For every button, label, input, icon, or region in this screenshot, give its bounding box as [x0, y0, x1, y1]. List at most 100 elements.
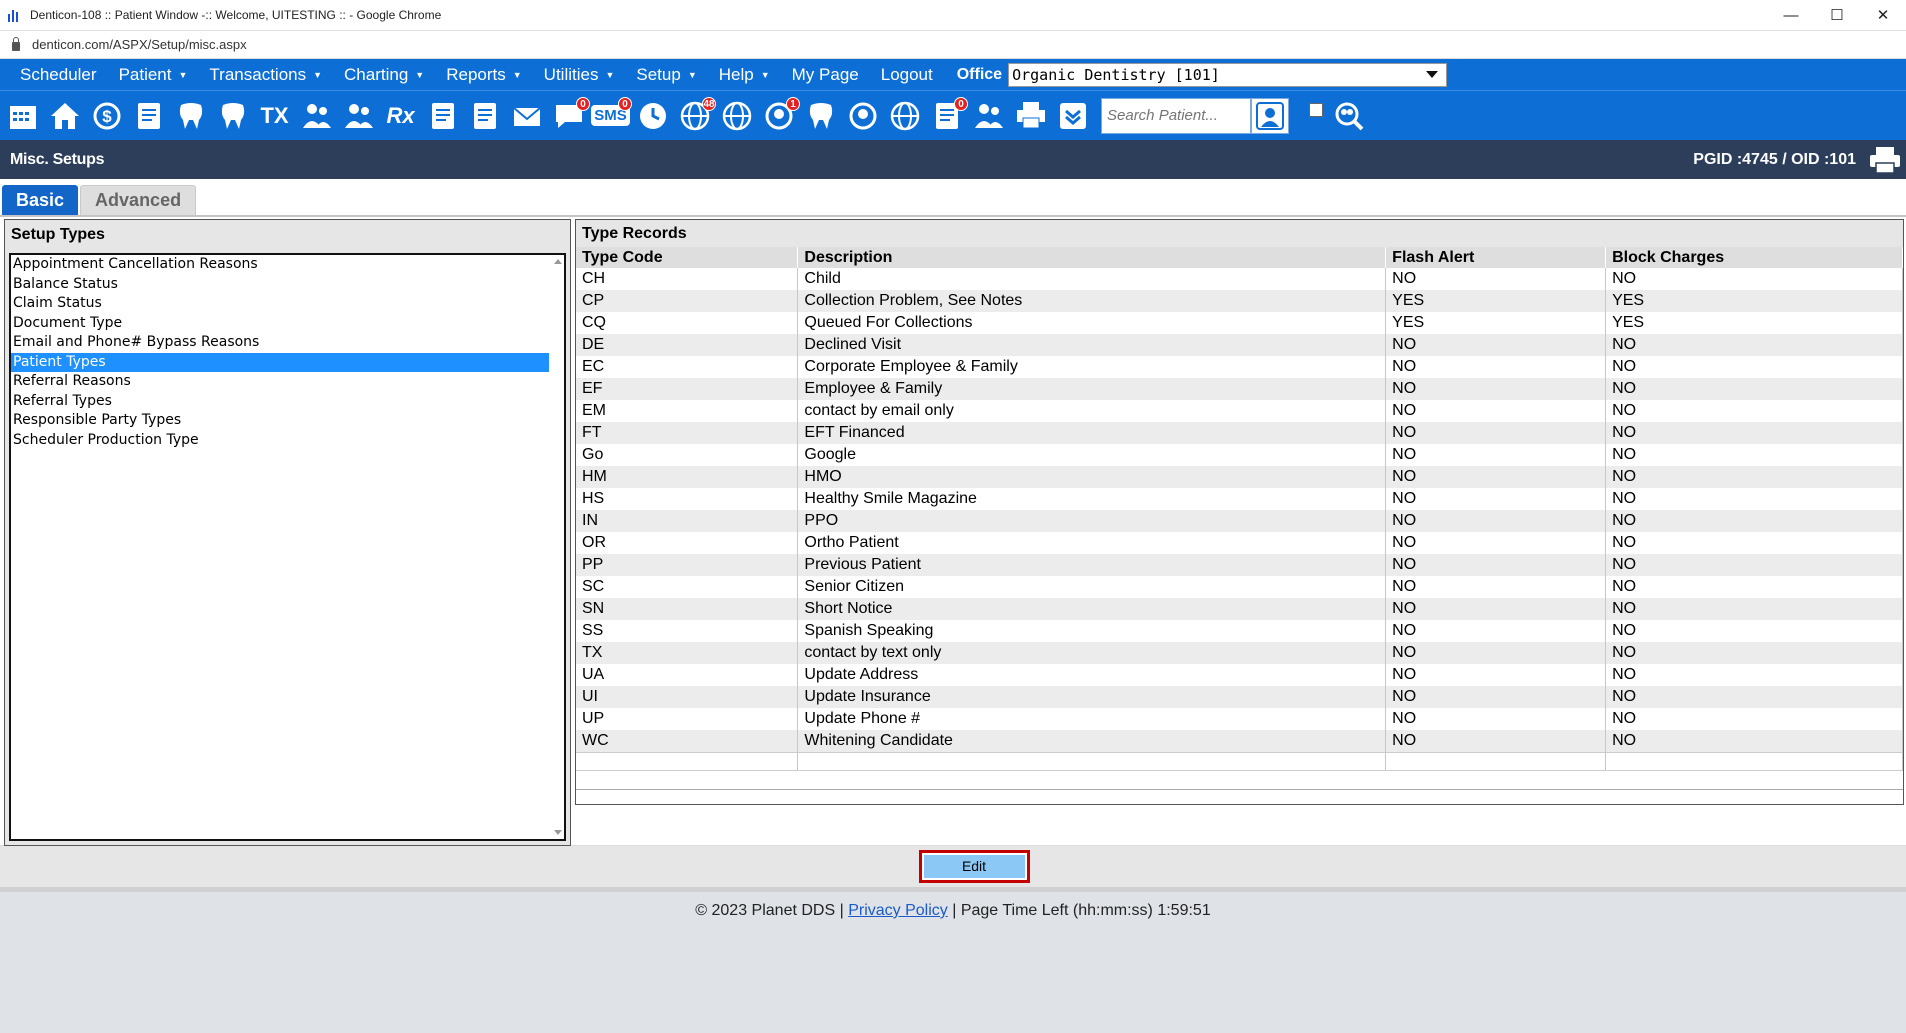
clock-icon[interactable] — [635, 97, 670, 135]
tab-advanced[interactable]: Advanced — [80, 185, 197, 215]
maximize-icon[interactable]: ☐ — [1814, 0, 1860, 31]
list-item[interactable]: Patient Types — [11, 352, 549, 372]
document-icon[interactable] — [467, 97, 502, 135]
table-row[interactable]: UA Update Address NO NO — [576, 664, 1903, 686]
search-patient-input[interactable] — [1101, 97, 1251, 134]
table-row[interactable]: SS Spanish Speaking NO NO — [576, 620, 1903, 642]
printer-icon[interactable] — [1013, 97, 1048, 135]
menu-item-help[interactable]: Help ▼ — [711, 65, 784, 85]
tooth-icon[interactable] — [803, 97, 838, 135]
menu-item-my-page[interactable]: My Page — [784, 65, 873, 85]
column-header[interactable]: Flash Alert — [1385, 247, 1607, 268]
mail-icon[interactable] — [509, 97, 544, 135]
menu-item-transactions[interactable]: Transactions ▼ — [201, 65, 336, 85]
web-users-icon[interactable]: 48 — [677, 96, 716, 135]
close-icon[interactable]: ✕ — [1860, 0, 1906, 31]
table-row[interactable]: FT EFT Financed NO NO — [576, 422, 1903, 444]
scroll-up-icon[interactable] — [554, 259, 562, 264]
table-row[interactable]: CQ Queued For Collections YES YES — [576, 312, 1903, 334]
table-cell: Corporate Employee & Family — [797, 356, 1387, 378]
table-cell: Whitening Candidate — [797, 730, 1387, 752]
list-item[interactable]: Appointment Cancellation Reasons — [11, 255, 549, 275]
menu-item-utilities[interactable]: Utilities ▼ — [536, 65, 629, 85]
tooth-chart-icon[interactable] — [173, 97, 208, 135]
column-header[interactable]: Type Code — [576, 247, 799, 268]
notes-icon[interactable] — [425, 97, 460, 135]
tooth-help-icon[interactable] — [845, 97, 880, 135]
menu-item-patient[interactable]: Patient ▼ — [111, 65, 202, 85]
setup-types-list[interactable]: Appointment Cancellation Reasons Balance … — [9, 253, 566, 841]
messages-icon[interactable]: 0 — [551, 96, 590, 135]
list-item[interactable]: Referral Types — [11, 392, 549, 412]
list-item[interactable]: Email and Phone# Bypass Reasons — [11, 333, 549, 353]
chevron-down-icon[interactable] — [1426, 71, 1439, 78]
toolbar-checkbox[interactable] — [1309, 102, 1323, 117]
url-text[interactable]: denticon.com/ASPX/Setup/misc.aspx — [32, 37, 247, 52]
table-row[interactable]: CP Collection Problem, See Notes YES YES — [576, 290, 1903, 312]
calendar-icon[interactable] — [5, 97, 40, 135]
office-select[interactable]: Organic Dentistry [101] — [1008, 62, 1448, 87]
table-row[interactable]: DE Declined Visit NO NO — [576, 334, 1903, 356]
table-row[interactable]: IN PPO NO NO — [576, 510, 1903, 532]
app-logo-icon — [8, 8, 22, 22]
search-users-icon[interactable] — [1331, 97, 1366, 135]
table-row[interactable]: OR Ortho Patient NO NO — [576, 532, 1903, 554]
sms-icon[interactable]: SMS 0 — [591, 96, 632, 135]
table-row[interactable]: HM HMO NO NO — [576, 466, 1903, 488]
table-row[interactable]: EF Employee & Family NO NO — [576, 378, 1903, 400]
address-bar[interactable]: denticon.com/ASPX/Setup/misc.aspx — [0, 31, 1906, 59]
patient-search-button[interactable] — [1251, 97, 1289, 134]
list-item[interactable]: Scheduler Production Type — [11, 431, 549, 451]
checklist-icon[interactable]: 0 — [929, 96, 968, 135]
support-icon[interactable]: 1 — [761, 96, 800, 135]
tab-basic[interactable]: Basic — [2, 185, 79, 215]
dollar-sync-icon[interactable]: $ — [89, 97, 124, 135]
pencil-chart-icon[interactable] — [131, 97, 166, 135]
home-icon[interactable] — [47, 97, 82, 135]
globe-network-icon[interactable] — [887, 97, 922, 135]
list-item[interactable]: Referral Reasons — [11, 372, 549, 392]
list-item[interactable]: Balance Status — [11, 275, 549, 295]
table-cell: NO — [1605, 598, 1903, 620]
table-row[interactable]: SN Short Notice NO NO — [576, 598, 1903, 620]
list-item[interactable]: Document Type — [11, 314, 549, 334]
table-row[interactable]: WC Whitening Candidate NO NO — [576, 730, 1903, 752]
table-row[interactable]: CH Child NO NO — [576, 268, 1903, 290]
menu-item-logout[interactable]: Logout — [873, 65, 947, 85]
menu-item-scheduler[interactable]: Scheduler — [12, 65, 111, 85]
menu-item-charting[interactable]: Charting ▼ — [336, 65, 438, 85]
table-row[interactable]: EM contact by email only NO NO — [576, 400, 1903, 422]
list-item[interactable]: Responsible Party Types — [11, 411, 549, 431]
menu-item-setup[interactable]: Setup ▼ — [628, 65, 710, 85]
download-icon[interactable] — [1055, 97, 1090, 135]
table-row[interactable]: Go Google NO NO — [576, 444, 1903, 466]
prescription-icon[interactable]: Rx — [383, 97, 418, 135]
table-cell: UP — [576, 708, 799, 730]
globe-users-icon[interactable] — [719, 97, 754, 135]
team-icon[interactable] — [971, 97, 1006, 135]
table-row[interactable]: SC Senior Citizen NO NO — [576, 576, 1903, 598]
add-patient-icon[interactable] — [299, 97, 334, 135]
tooth-implant-icon[interactable] — [215, 97, 250, 135]
table-row[interactable]: EC Corporate Employee & Family NO NO — [576, 356, 1903, 378]
minimize-icon[interactable]: — — [1768, 0, 1814, 31]
column-header[interactable]: Block Charges — [1605, 247, 1903, 268]
printer-icon[interactable] — [1868, 145, 1902, 175]
table-cell: contact by email only — [797, 400, 1387, 422]
column-header[interactable]: Description — [797, 247, 1387, 268]
list-item[interactable]: Claim Status — [11, 294, 549, 314]
table-cell: Collection Problem, See Notes — [797, 290, 1387, 312]
edit-button[interactable]: Edit — [918, 850, 1030, 883]
menu-item-reports[interactable]: Reports ▼ — [438, 65, 535, 85]
family-add-icon[interactable] — [341, 97, 376, 135]
table-row[interactable]: UI Update Insurance NO NO — [576, 686, 1903, 708]
privacy-policy-link[interactable]: Privacy Policy — [848, 902, 948, 919]
table-row[interactable]: UP Update Phone # NO NO — [576, 708, 1903, 730]
table-row[interactable]: HS Healthy Smile Magazine NO NO — [576, 488, 1903, 510]
treatment-icon[interactable]: TX — [257, 97, 292, 135]
scroll-down-icon[interactable] — [554, 830, 562, 835]
table-row-empty[interactable] — [576, 751, 1903, 771]
menu-item-label: Logout — [880, 64, 933, 84]
table-row[interactable]: TX contact by text only NO NO — [576, 642, 1903, 664]
table-row[interactable]: PP Previous Patient NO NO — [576, 554, 1903, 576]
